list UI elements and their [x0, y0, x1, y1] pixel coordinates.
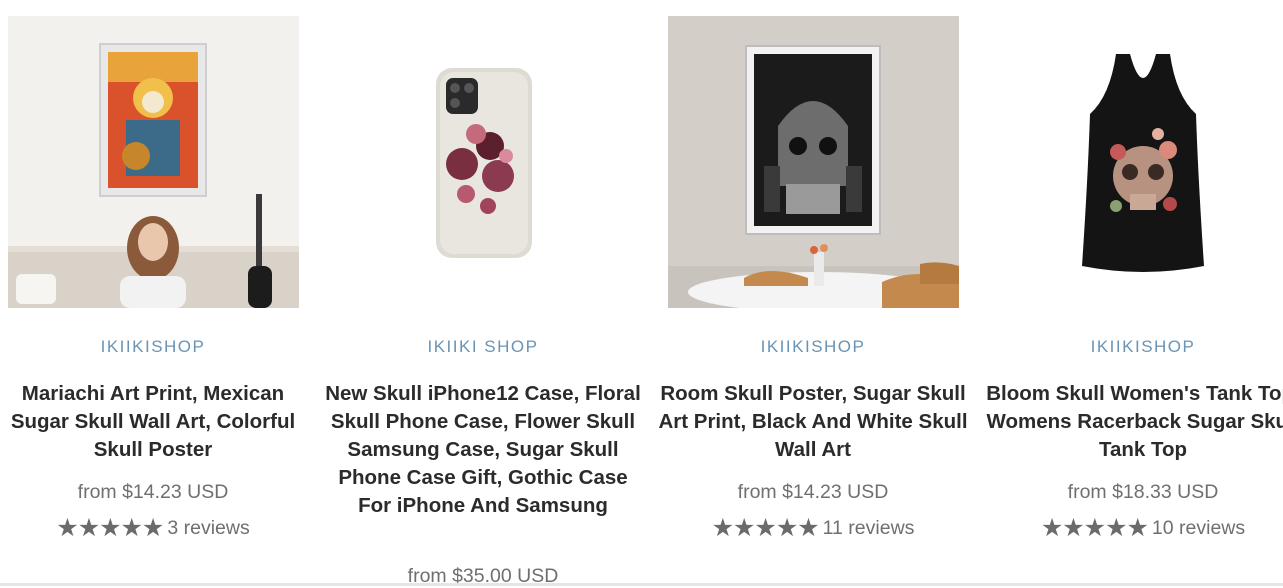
- product-rating: ★★★★★ 11 reviews: [653, 513, 973, 543]
- product-price: from $14.23 USD: [737, 481, 889, 503]
- star-rating-icon: ★★★★★: [711, 514, 820, 542]
- vendor-link[interactable]: IKIIKISHOP: [983, 337, 1283, 357]
- star-rating-icon: ★★★★★: [1040, 514, 1149, 542]
- star-rating-icon: ★★★★★: [56, 514, 164, 542]
- product-card: IKIIKISHOP Room Skull Poster, Sugar Skul…: [653, 0, 973, 586]
- review-count: 11 reviews: [822, 517, 915, 539]
- product-card: IKIIKI SHOP New Skull iPhone12 Case, Flo…: [323, 0, 643, 587]
- product-price: from $18.33 USD: [1067, 481, 1219, 503]
- floral-skull-tank-top-image[interactable]: [998, 16, 1283, 308]
- product-grid: IKIIKISHOP Mariachi Art Print, Mexican S…: [0, 0, 1283, 587]
- review-count: 3 reviews: [167, 517, 250, 539]
- vendor-link[interactable]: IKIIKI SHOP: [323, 337, 643, 357]
- skull-poster-living-room-image[interactable]: [8, 16, 299, 308]
- product-title-link[interactable]: Mariachi Art Print, Mexican Sugar Skull …: [0, 380, 313, 464]
- room-skull-poster-image[interactable]: [668, 16, 959, 308]
- product-rating: ★★★★★ 3 reviews: [0, 513, 313, 543]
- product-price: from $14.23 USD: [77, 481, 229, 503]
- review-count: 10 reviews: [1151, 517, 1246, 539]
- product-title-link[interactable]: Room Skull Poster, Sugar Skull Art Print…: [653, 380, 973, 464]
- product-title-link[interactable]: Bloom Skull Women's Tank Top, Womens Rac…: [983, 380, 1283, 464]
- floral-skull-phone-case-image[interactable]: [338, 16, 629, 308]
- vendor-link[interactable]: IKIIKISHOP: [653, 337, 973, 357]
- product-card: IKIIKISHOP Mariachi Art Print, Mexican S…: [0, 0, 313, 586]
- product-rating: ★★★★★ 10 reviews: [983, 513, 1283, 543]
- product-title-link[interactable]: New Skull iPhone12 Case, Floral Skull Ph…: [323, 380, 643, 520]
- vendor-link[interactable]: IKIIKISHOP: [0, 337, 313, 357]
- product-card: IKIIKISHOP Bloom Skull Women's Tank Top,…: [983, 0, 1283, 586]
